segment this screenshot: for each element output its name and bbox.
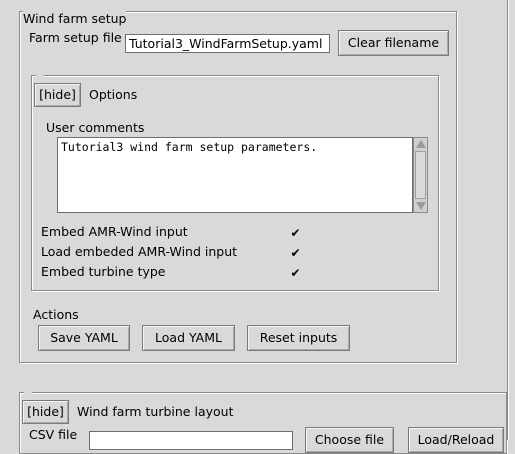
check-label-load-embeded-amrwind: Load embeded AMR-Wind input (41, 244, 238, 259)
triangle-up-icon[interactable] (416, 140, 426, 148)
check-icon[interactable]: ✔ (290, 227, 301, 239)
load-yaml-button[interactable]: Load YAML (142, 325, 235, 351)
comments-scrollbar-thumb[interactable] (415, 151, 426, 199)
choose-file-button[interactable]: Choose file (305, 427, 394, 453)
reset-inputs-button[interactable]: Reset inputs (247, 325, 350, 351)
turbine-layout-frame-notch (24, 390, 32, 395)
csv-file-label: CSV file (29, 427, 78, 442)
user-comments-label: User comments (46, 120, 145, 135)
check-icon[interactable]: ✔ (290, 267, 301, 279)
options-title: Options (89, 87, 138, 102)
options-hide-button[interactable]: [hide] (34, 83, 81, 107)
options-frame-notch (36, 73, 44, 78)
turbine-layout-hide-button[interactable]: [hide] (22, 400, 69, 424)
pane-separator-highlight (508, 0, 509, 440)
turbine-layout-title: Wind farm turbine layout (77, 404, 234, 419)
check-label-embed-turbine-type: Embed turbine type (41, 264, 166, 279)
check-label-embed-amrwind: Embed AMR-Wind input (41, 224, 188, 239)
comments-scrollbar[interactable] (413, 137, 428, 213)
triangle-down-icon[interactable] (416, 202, 426, 210)
load-reload-button[interactable]: Load/Reload (408, 427, 504, 453)
farm-setup-file-input[interactable]: Tutorial3_WindFarmSetup.yaml (125, 34, 330, 53)
wind-farm-setup-title: Wind farm setup (23, 11, 127, 27)
save-yaml-button[interactable]: Save YAML (38, 325, 130, 351)
check-icon[interactable]: ✔ (290, 247, 301, 259)
actions-title: Actions (33, 307, 79, 322)
csv-file-input[interactable] (89, 431, 293, 450)
user-comments-textarea[interactable]: Tutorial3 wind farm setup parameters. (57, 137, 413, 213)
farm-setup-file-label: Farm setup file (29, 30, 122, 45)
clear-filename-button[interactable]: Clear filename (338, 30, 449, 56)
